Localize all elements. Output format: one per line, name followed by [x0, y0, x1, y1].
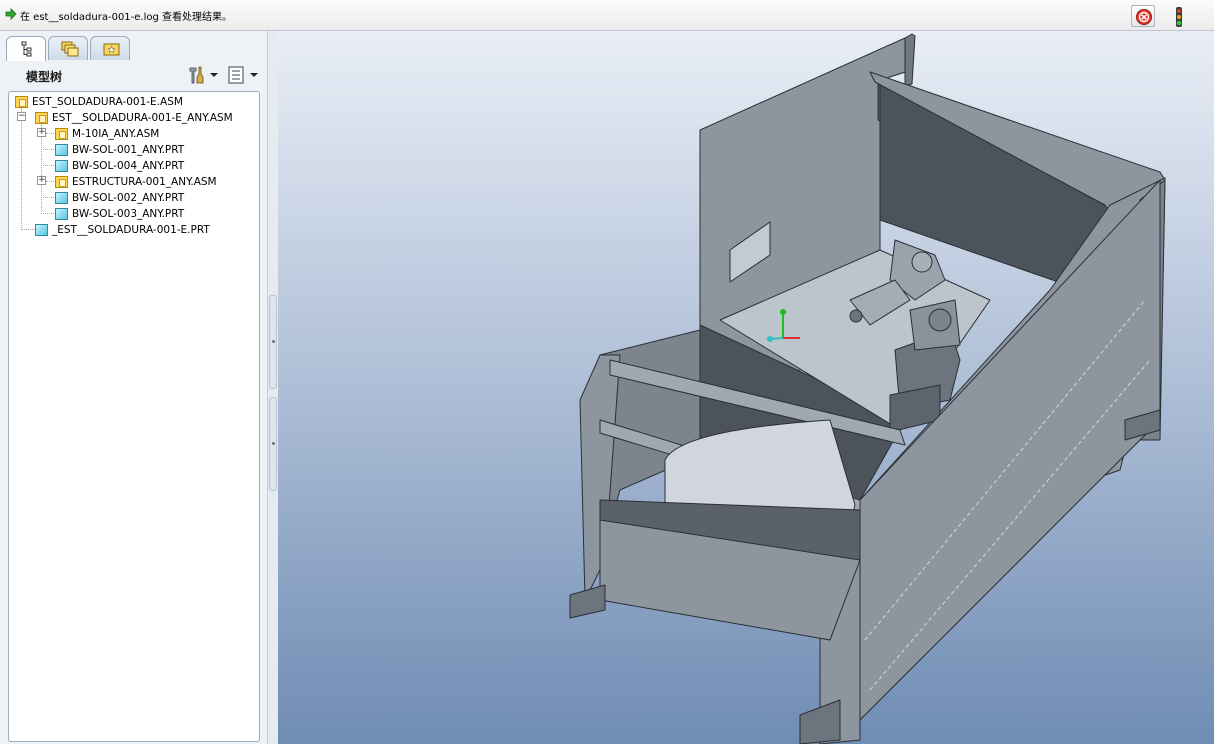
stop-icon	[1136, 9, 1152, 25]
expand-toggle[interactable]: +	[37, 176, 46, 185]
sash-grip[interactable]	[269, 397, 277, 491]
graphics-window[interactable]	[278, 31, 1214, 744]
part-icon	[35, 224, 48, 236]
panel-sash[interactable]	[268, 31, 278, 744]
model-tree-tab[interactable]	[6, 36, 46, 61]
welding-cell-model	[569, 33, 1166, 744]
assembly-icon	[35, 112, 48, 124]
part-icon	[55, 192, 68, 204]
model-tree-title: 模型树	[26, 70, 63, 84]
stop-button[interactable]	[1131, 5, 1155, 27]
navigator-panel: 模型树 EST_SOLDADURA-001-E.ASM − EST__SOLDA…	[0, 31, 268, 744]
expand-toggle[interactable]: +	[37, 128, 46, 137]
collapse-toggle[interactable]: −	[17, 112, 26, 121]
folders-icon	[61, 41, 79, 57]
sash-grip[interactable]	[269, 295, 277, 389]
regeneration-status-button[interactable]	[1166, 5, 1190, 27]
part-icon	[55, 144, 68, 156]
tree-settings-button[interactable]	[186, 65, 220, 85]
favorites-tab[interactable]	[90, 36, 130, 60]
message-bar: 在 est__soldadura-001-e.log 查看处理结果。	[0, 0, 1214, 31]
navigator-tabs	[6, 36, 262, 61]
favorites-icon	[103, 43, 120, 56]
model-tree[interactable]: EST_SOLDADURA-001-E.ASM − EST__SOLDADURA…	[8, 91, 260, 742]
folder-browser-tab[interactable]	[48, 36, 88, 60]
assembly-icon	[55, 128, 68, 140]
tree-show-button[interactable]	[226, 65, 260, 85]
traffic-light-icon	[1176, 7, 1182, 27]
status-message: 在 est__soldadura-001-e.log 查看处理结果。	[20, 12, 233, 23]
model-tree-icon	[21, 41, 32, 57]
tools-icon	[189, 66, 204, 84]
model-tree-header: 模型树	[6, 61, 262, 89]
assembly-icon	[15, 96, 28, 108]
part-icon	[55, 160, 68, 172]
green-arrow-icon	[5, 8, 17, 20]
list-icon	[228, 66, 244, 84]
assembly-icon	[55, 176, 68, 188]
part-icon	[55, 208, 68, 220]
